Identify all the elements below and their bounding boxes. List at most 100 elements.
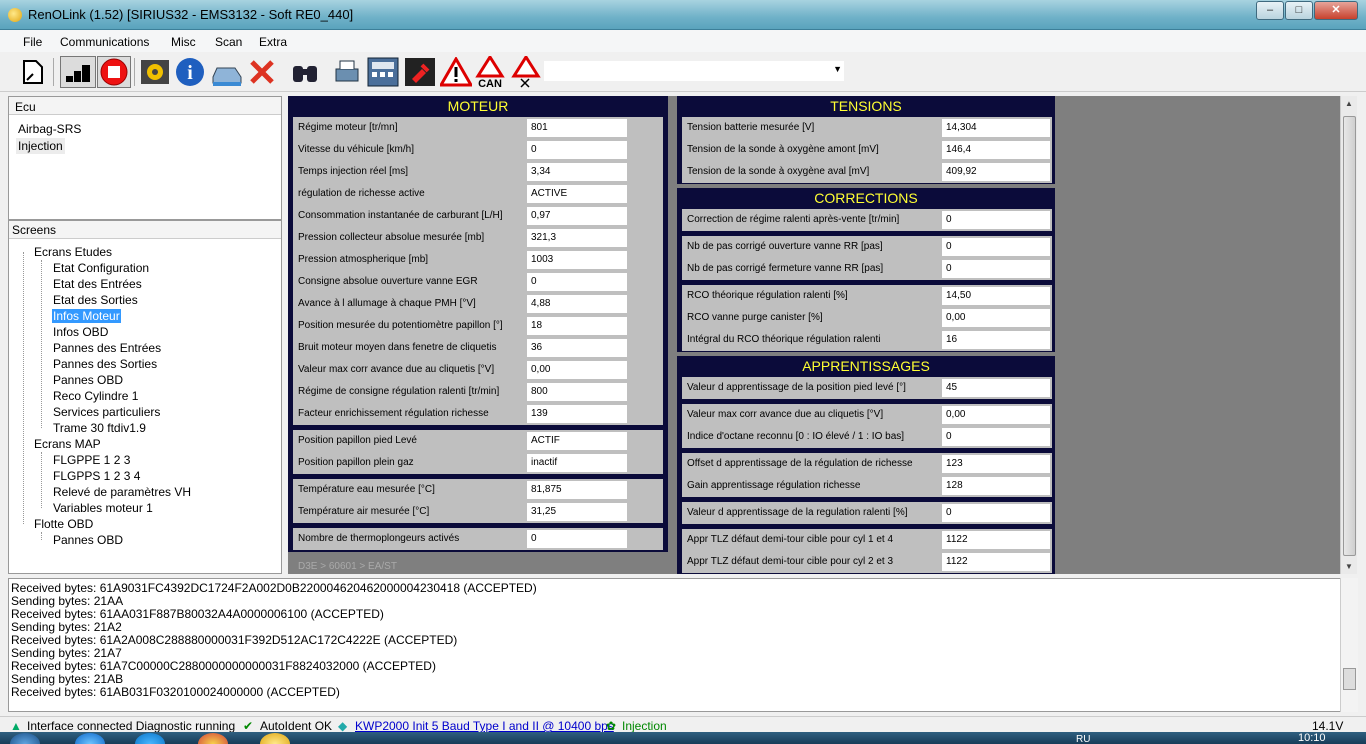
- settings-gear-icon[interactable]: [140, 56, 170, 88]
- tree-item[interactable]: FLGPPS 1 2 3 4: [52, 469, 141, 483]
- group-separator: [682, 280, 1052, 284]
- menu-scan[interactable]: Scan: [215, 35, 242, 49]
- param-label: Température air mesurée [°C]: [298, 506, 430, 517]
- log-line: Received bytes: 61AB031F0320100024000000…: [11, 685, 340, 699]
- pin-icon[interactable]: [404, 56, 436, 88]
- tree-item[interactable]: Reco Cylindre 1: [52, 389, 139, 403]
- cancel-icon[interactable]: [247, 56, 277, 88]
- tree-group-flotte-obd[interactable]: Flotte OBD: [33, 517, 94, 531]
- log-scroll-thumb[interactable]: [1343, 668, 1356, 690]
- apprentissages-panel: APPRENTISSAGES Valeur d apprentissage de…: [677, 356, 1055, 574]
- moteur-panel: MOTEUR Régime moteur [tr/mn] 801 Vitesse d…: [288, 96, 668, 552]
- screens-header: Screens: [9, 221, 281, 239]
- menu-extra[interactable]: Extra: [259, 35, 287, 49]
- main-vertical-scrollbar[interactable]: ▲ ▼: [1340, 96, 1357, 574]
- param-row: Valeur d apprentissage de la regulation …: [682, 502, 1052, 524]
- close-button[interactable]: ✕: [1314, 1, 1358, 20]
- param-row: Position papillon plein gaz inactif: [293, 452, 663, 474]
- param-row: RCO théorique régulation ralenti [%] 14,5…: [682, 285, 1052, 307]
- tree-item[interactable]: FLGPPE 1 2 3: [52, 453, 131, 467]
- log-line: Received bytes: 61A2A008C288880000031F39…: [11, 633, 458, 647]
- renolink-taskbar-icon[interactable]: [260, 733, 290, 744]
- menu-communications[interactable]: Communications: [60, 35, 149, 49]
- communication-log[interactable]: Received bytes: 61A9031FC4392DC1724F2A00…: [8, 578, 1358, 712]
- tree-line: [41, 260, 42, 428]
- tree-item[interactable]: Pannes des Entrées: [52, 341, 162, 355]
- chrome-icon[interactable]: [198, 733, 228, 744]
- param-value: 0: [527, 273, 627, 291]
- ecu-combo-select[interactable]: ▼: [543, 60, 845, 82]
- param-value: 1003: [527, 251, 627, 269]
- param-row: Vitesse du véhicule [km/h] 0: [293, 139, 663, 161]
- group-separator: [293, 523, 663, 527]
- param-value: 1122: [942, 553, 1050, 571]
- group-separator: [293, 425, 663, 429]
- tree-item[interactable]: Variables moteur 1: [52, 501, 154, 515]
- printer-icon[interactable]: [332, 56, 362, 88]
- stop-icon[interactable]: [97, 56, 131, 88]
- chevron-down-icon[interactable]: ▼: [833, 64, 842, 74]
- tree-item[interactable]: Pannes OBD: [52, 373, 124, 387]
- param-row: Appr TLZ défaut demi-tour cible pour cyl…: [682, 529, 1052, 551]
- group-separator: [682, 231, 1052, 235]
- can-warning-icon[interactable]: CAN: [475, 56, 505, 88]
- warning-cross-icon[interactable]: [511, 56, 541, 88]
- menu-file[interactable]: File: [23, 35, 42, 49]
- status-autoident: AutoIdent OK: [260, 719, 333, 733]
- info-icon[interactable]: i: [175, 56, 205, 88]
- scroll-up-icon[interactable]: ▲: [1345, 99, 1353, 108]
- param-value: 139: [527, 405, 627, 423]
- menu-bar: File Communications Misc Scan Extra: [0, 30, 1366, 52]
- open-file-icon[interactable]: [18, 56, 48, 88]
- tree-item[interactable]: Etat des Sorties: [52, 293, 139, 307]
- log-line: Sending bytes: 21AB: [11, 672, 124, 686]
- param-label: RCO théorique régulation ralenti [%]: [687, 290, 848, 301]
- ecu-header: Ecu: [9, 97, 281, 115]
- param-row: Bruit moteur moyen dans fenetre de cliqu…: [293, 337, 663, 359]
- tree-item[interactable]: Etat Configuration: [52, 261, 150, 275]
- tree-group-ecrans-etudes[interactable]: Ecrans Etudes: [33, 245, 113, 259]
- clock[interactable]: 10:10: [1298, 732, 1326, 744]
- tree-item-selected[interactable]: Infos Moteur: [52, 309, 121, 323]
- param-label: régulation de richesse active: [298, 188, 425, 199]
- app-window: RenOLink (1.52) [SIRIUS32 - EMS3132 - So…: [0, 0, 1366, 744]
- ecu-item-injection[interactable]: Injection: [16, 138, 65, 154]
- binoculars-icon[interactable]: [290, 56, 320, 88]
- signal-bars-icon[interactable]: [60, 56, 96, 88]
- log-scrollbar[interactable]: [1340, 578, 1358, 712]
- param-row: Régime moteur [tr/mn] 801: [293, 117, 663, 139]
- ecu-item-airbag[interactable]: Airbag-SRS: [16, 121, 83, 137]
- param-value: 0: [527, 530, 627, 548]
- tree-item[interactable]: Trame 30 ftdiv1.9: [52, 421, 147, 435]
- tree-item[interactable]: Relevé de paramètres VH: [52, 485, 192, 499]
- param-label: Gain apprentissage régulation richesse: [687, 480, 861, 491]
- param-value: inactif: [527, 454, 627, 472]
- param-value: 0: [942, 504, 1050, 522]
- warning-icon[interactable]: [440, 56, 472, 88]
- ie-browser-icon[interactable]: [75, 733, 105, 744]
- menu-misc[interactable]: Misc: [171, 35, 196, 49]
- scroll-down-icon[interactable]: ▼: [1345, 562, 1353, 571]
- param-value: ACTIVE: [527, 185, 627, 203]
- tree-item[interactable]: Infos OBD: [52, 325, 109, 339]
- param-row: Nb de pas corrigé fermeture vanne RR [pa…: [682, 258, 1052, 280]
- tree-item[interactable]: Pannes des Sorties: [52, 357, 158, 371]
- scroll-thumb[interactable]: [1343, 116, 1356, 556]
- start-button-icon[interactable]: [10, 733, 40, 744]
- param-row: Facteur enrichissement régulation riches…: [293, 403, 663, 425]
- tree-item[interactable]: Pannes OBD: [52, 533, 124, 547]
- tree-group-ecrans-map[interactable]: Ecrans MAP: [33, 437, 102, 451]
- log-line: Received bytes: 61AA031F887B80032A4A0000…: [11, 607, 384, 621]
- param-label: Correction de régime ralenti après-vente…: [687, 214, 900, 225]
- tree-item[interactable]: Etat des Entrées: [52, 277, 143, 291]
- log-line: Sending bytes: 21A7: [11, 646, 122, 660]
- param-label: Valeur max corr avance due au cliquetis …: [687, 409, 884, 420]
- calculator-icon[interactable]: [367, 56, 399, 88]
- minimize-button[interactable]: –: [1256, 1, 1284, 20]
- language-indicator[interactable]: RU: [1076, 734, 1090, 744]
- param-row: Position mesurée du potentiomètre papill…: [293, 315, 663, 337]
- skype-icon[interactable]: [135, 733, 165, 744]
- car-icon[interactable]: [210, 56, 244, 88]
- maximize-button[interactable]: □: [1285, 1, 1313, 20]
- tree-item[interactable]: Services particuliers: [52, 405, 161, 419]
